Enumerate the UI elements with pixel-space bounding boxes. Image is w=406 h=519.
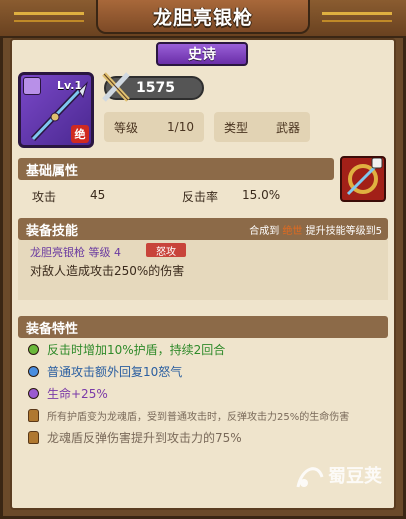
trait-item: 普通攻击额外回复10怒气 <box>18 360 388 382</box>
watermark: 蜀豆荚 <box>262 454 382 496</box>
skill-desc: 对敌人造成攻击250%的伤害 <box>30 264 185 278</box>
lock-icon <box>28 430 39 444</box>
item-icon[interactable]: Lv.1 绝 <box>18 72 94 148</box>
rarity-badge: 史诗 <box>156 42 248 66</box>
attack-value: 45 <box>90 188 106 202</box>
lock-icon <box>28 408 39 422</box>
skill-name: 龙胆亮银枪 等级 4 <box>30 246 121 259</box>
crossed-swords-icon <box>102 72 130 102</box>
traits-header: 装备特性 <box>18 316 388 338</box>
watermark-logo-icon <box>296 467 324 488</box>
counter-value: 15.0% <box>242 188 281 202</box>
trait-item-locked: 所有护盾变为龙魂盾，受到普通攻击时，反弹攻击力25%的生命伤害 <box>18 404 388 426</box>
skill-upgrade-hint: 合成到 绝世 提升技能等级到5 <box>249 225 382 237</box>
power-display: 1575 <box>102 72 204 102</box>
power-value: 1575 <box>136 80 175 96</box>
trait-item: 生命+25% <box>18 382 388 404</box>
blue-dot-icon <box>28 365 39 377</box>
rank-badge: 绝 <box>71 125 89 143</box>
level-value: 1/10 <box>167 120 194 134</box>
counter-label: 反击率 <box>182 190 219 204</box>
skill-tag: 怒攻 <box>146 243 186 258</box>
ring-spear-icon <box>346 157 383 196</box>
trait-item-locked: 龙魂盾反弹伤害提升到攻击力的75% <box>18 426 388 448</box>
attack-label: 攻击 <box>32 190 57 204</box>
title-banner: 龙胆亮银枪 <box>96 0 310 34</box>
left-ornament <box>14 12 84 22</box>
level-field: 等级 1/10 <box>104 112 204 142</box>
type-field: 类型 武器 <box>214 112 310 142</box>
skill-header: 装备技能 合成到 绝世 提升技能等级到5 <box>18 218 388 240</box>
type-value: 武器 <box>275 120 300 135</box>
purple-dot-icon <box>28 387 39 399</box>
right-ornament <box>322 12 392 22</box>
trait-item: 反击时增加10%护盾，持续2回合 <box>18 338 388 360</box>
green-dot-icon <box>28 343 39 355</box>
basic-attributes-header: 基础属性 <box>18 158 334 180</box>
locked-upgrade-icon[interactable] <box>340 156 386 202</box>
item-title: 龙胆亮银枪 <box>152 6 253 29</box>
